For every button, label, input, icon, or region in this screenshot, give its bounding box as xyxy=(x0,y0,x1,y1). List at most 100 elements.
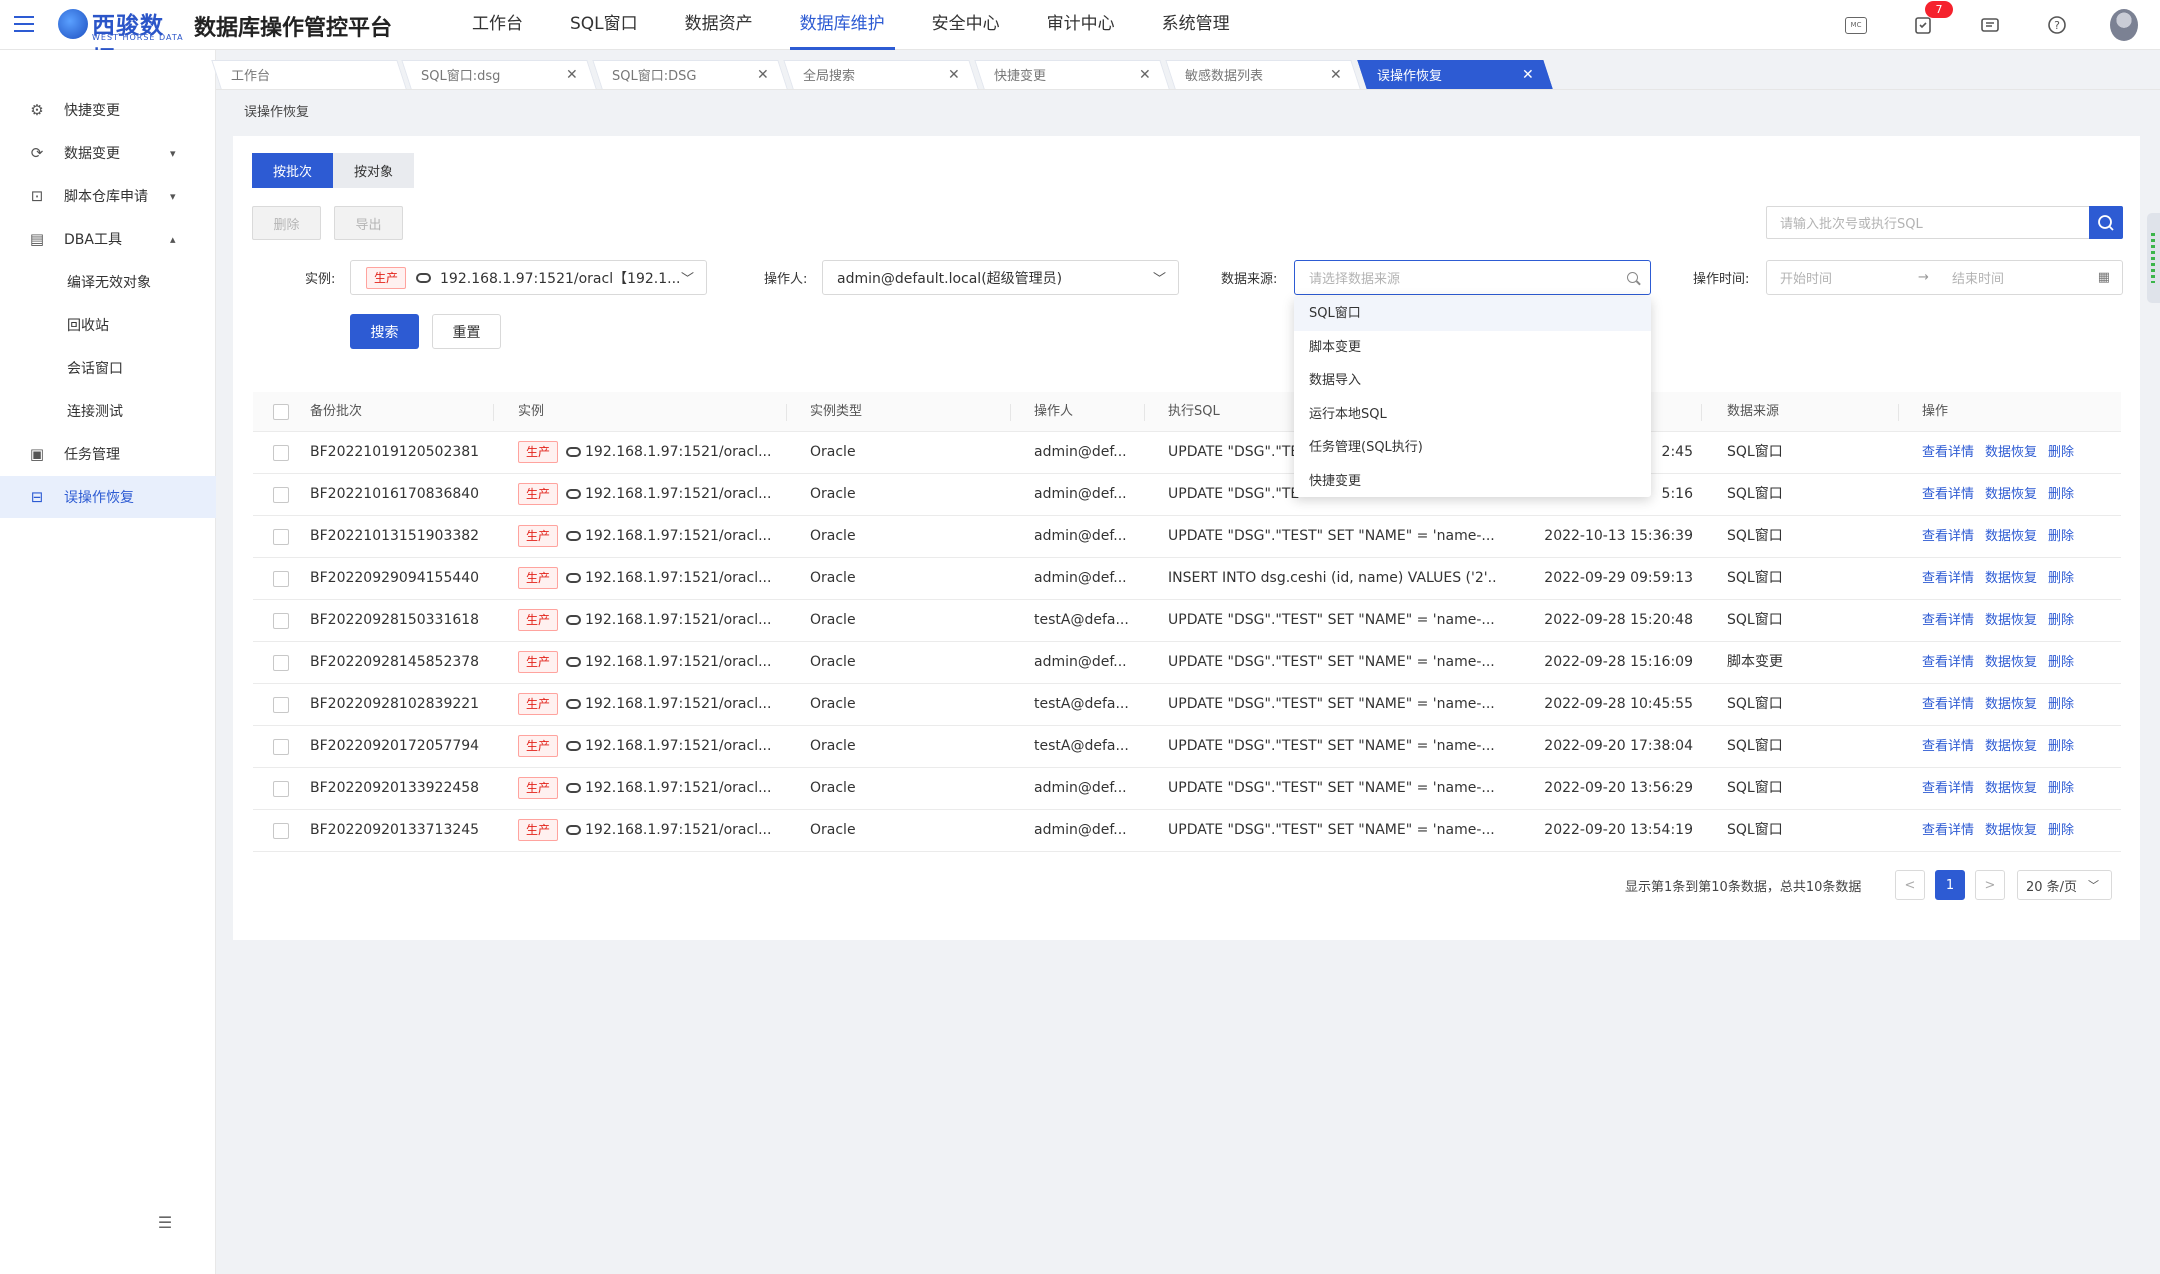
sidebar-item-task-management[interactable]: ▣ 任务管理 xyxy=(0,433,216,475)
data-restore-link[interactable]: 数据恢复 xyxy=(1985,571,2037,586)
search-submit-button[interactable]: 搜索 xyxy=(350,314,419,349)
tab-sensitive-data[interactable]: 敏感数据列表 ✕ xyxy=(1165,60,1361,89)
nav-workbench[interactable]: 工作台 xyxy=(462,0,533,50)
view-details-link[interactable]: 查看详情 xyxy=(1922,739,1974,754)
row-checkbox[interactable] xyxy=(273,613,289,629)
nav-data-assets[interactable]: 数据资产 xyxy=(675,0,763,50)
row-checkbox[interactable] xyxy=(273,781,289,797)
delete-link[interactable]: 删除 xyxy=(2048,487,2074,502)
close-icon[interactable]: ✕ xyxy=(757,67,769,83)
next-page-button[interactable]: > xyxy=(1975,870,2005,900)
table-row[interactable]: BF20220928102839221 生产 192.168.1.97:1521/o… xyxy=(253,684,2121,726)
nav-sql-window[interactable]: SQL窗口 xyxy=(560,0,648,50)
row-checkbox[interactable] xyxy=(273,697,289,713)
prev-page-button[interactable]: < xyxy=(1895,870,1925,900)
table-row[interactable]: BF20221016170836840 生产 192.168.1.97:1521/o… xyxy=(253,474,2121,516)
page-1-button[interactable]: 1 xyxy=(1935,870,1965,900)
tab-sql-dsg-upper[interactable]: SQL窗口:DSG ✕ xyxy=(592,60,788,89)
nav-system-admin[interactable]: 系统管理 xyxy=(1152,0,1240,50)
sidebar-item-dba-tools[interactable]: ▤ DBA工具 ▴ xyxy=(0,218,216,260)
view-details-link[interactable]: 查看详情 xyxy=(1922,487,1974,502)
table-row[interactable]: BF20220920133922458 生产 192.168.1.97:1521/o… xyxy=(253,768,2121,810)
search-button[interactable] xyxy=(2089,206,2123,239)
batch-sql-search-input[interactable]: 请输入批次号或执行SQL xyxy=(1766,206,2123,239)
delete-link[interactable]: 删除 xyxy=(2048,781,2074,796)
source-option-script-change[interactable]: 脚本变更 xyxy=(1294,331,1651,365)
page-size-select[interactable]: 20 条/页 ﹀ xyxy=(2017,870,2112,900)
mode-by-object-button[interactable]: 按对象 xyxy=(333,153,414,188)
sidebar-item-compile-invalid[interactable]: 编译无效对象 xyxy=(0,261,216,303)
source-select[interactable]: 请选择数据来源 xyxy=(1294,260,1651,295)
sidebar-item-quick-change[interactable]: ⚙ 快捷变更 xyxy=(0,89,216,131)
end-time-input[interactable]: 结束时间 xyxy=(1952,268,2004,287)
row-checkbox[interactable] xyxy=(273,823,289,839)
view-details-link[interactable]: 查看详情 xyxy=(1922,655,1974,670)
table-row[interactable]: BF20221013151903382 生产 192.168.1.97:1521/o… xyxy=(253,516,2121,558)
source-option-sql-window[interactable]: SQL窗口 xyxy=(1294,297,1651,331)
sidebar-item-script-repo[interactable]: ⊡ 脚本仓库申请 ▾ xyxy=(0,175,216,217)
view-details-link[interactable]: 查看详情 xyxy=(1922,697,1974,712)
nav-audit-center[interactable]: 审计中心 xyxy=(1037,0,1125,50)
data-restore-link[interactable]: 数据恢复 xyxy=(1985,697,2037,712)
view-details-link[interactable]: 查看详情 xyxy=(1922,571,1974,586)
data-restore-link[interactable]: 数据恢复 xyxy=(1985,445,2037,460)
side-widget-handle[interactable] xyxy=(2147,213,2160,303)
delete-link[interactable]: 删除 xyxy=(2048,655,2074,670)
row-checkbox[interactable] xyxy=(273,655,289,671)
data-restore-link[interactable]: 数据恢复 xyxy=(1985,487,2037,502)
user-avatar[interactable] xyxy=(2110,9,2138,41)
table-row[interactable]: BF20220920133713245 生产 192.168.1.97:1521/o… xyxy=(253,810,2121,852)
view-details-link[interactable]: 查看详情 xyxy=(1922,529,1974,544)
operator-select[interactable]: admin@default.local(超级管理员) ﹀ xyxy=(822,260,1179,295)
row-checkbox[interactable] xyxy=(273,529,289,545)
task-check-icon[interactable]: 7 xyxy=(1909,1,1953,39)
delete-link[interactable]: 删除 xyxy=(2048,571,2074,586)
row-checkbox[interactable] xyxy=(273,571,289,587)
tab-misoperation-recovery[interactable]: 误操作恢复 ✕ xyxy=(1357,60,1553,89)
source-option-task-sql[interactable]: 任务管理(SQL执行) xyxy=(1294,431,1651,465)
help-icon[interactable]: ? xyxy=(2043,11,2071,39)
sidebar-item-session-window[interactable]: 会话窗口 xyxy=(0,347,216,389)
view-details-link[interactable]: 查看详情 xyxy=(1922,823,1974,838)
export-button[interactable]: 导出 xyxy=(334,206,403,240)
instance-select[interactable]: 生产 192.168.1.97:1521/oracl【192.1... ﹀ xyxy=(350,260,707,295)
nav-db-maintenance[interactable]: 数据库维护 xyxy=(789,0,895,50)
sidebar-item-data-change[interactable]: ⟳ 数据变更 ▾ xyxy=(0,132,216,174)
source-option-local-sql[interactable]: 运行本地SQL xyxy=(1294,398,1651,432)
sidebar-item-recycle-bin[interactable]: 回收站 xyxy=(0,304,216,346)
tab-workbench[interactable]: 工作台 xyxy=(211,60,407,89)
data-restore-link[interactable]: 数据恢复 xyxy=(1985,781,2037,796)
table-row[interactable]: BF20220928150331618 生产 192.168.1.97:1521/o… xyxy=(253,600,2121,642)
close-icon[interactable]: ✕ xyxy=(1330,67,1342,83)
sidebar-item-misoperation-recovery[interactable]: ⊟ 误操作恢复 xyxy=(0,476,216,518)
mode-by-batch-button[interactable]: 按批次 xyxy=(252,153,333,188)
source-option-data-import[interactable]: 数据导入 xyxy=(1294,364,1651,398)
source-option-quick-change[interactable]: 快捷变更 xyxy=(1294,465,1651,499)
view-details-link[interactable]: 查看详情 xyxy=(1922,445,1974,460)
delete-link[interactable]: 删除 xyxy=(2048,613,2074,628)
data-restore-link[interactable]: 数据恢复 xyxy=(1985,613,2037,628)
delete-link[interactable]: 删除 xyxy=(2048,739,2074,754)
close-icon[interactable]: ✕ xyxy=(1522,67,1534,83)
collapse-sidebar-icon[interactable]: ☰ xyxy=(154,1212,176,1234)
select-all-checkbox[interactable] xyxy=(273,404,289,420)
nav-security-center[interactable]: 安全中心 xyxy=(922,0,1010,50)
delete-link[interactable]: 删除 xyxy=(2048,529,2074,544)
close-icon[interactable]: ✕ xyxy=(948,67,960,83)
table-row[interactable]: BF20221019120502381 生产 192.168.1.97:1521/o… xyxy=(253,432,2121,474)
close-icon[interactable]: ✕ xyxy=(1139,67,1151,83)
data-restore-link[interactable]: 数据恢复 xyxy=(1985,655,2037,670)
time-range-picker[interactable]: 开始时间 → 结束时间 ▦ xyxy=(1766,260,2123,295)
view-details-link[interactable]: 查看详情 xyxy=(1922,781,1974,796)
tab-global-search[interactable]: 全局搜索 ✕ xyxy=(783,60,979,89)
data-restore-link[interactable]: 数据恢复 xyxy=(1985,739,2037,754)
tab-sql-dsg-lower[interactable]: SQL窗口:dsg ✕ xyxy=(401,60,597,89)
table-row[interactable]: BF20220929094155440 生产 192.168.1.97:1521/o… xyxy=(253,558,2121,600)
delete-link[interactable]: 删除 xyxy=(2048,823,2074,838)
start-time-input[interactable]: 开始时间 xyxy=(1780,268,1918,287)
menu-toggle-icon[interactable] xyxy=(10,11,38,39)
table-row[interactable]: BF20220920172057794 生产 192.168.1.97:1521/o… xyxy=(253,726,2121,768)
delete-link[interactable]: 删除 xyxy=(2048,445,2074,460)
row-checkbox[interactable] xyxy=(273,445,289,461)
sidebar-item-connection-test[interactable]: 连接测试 xyxy=(0,390,216,432)
